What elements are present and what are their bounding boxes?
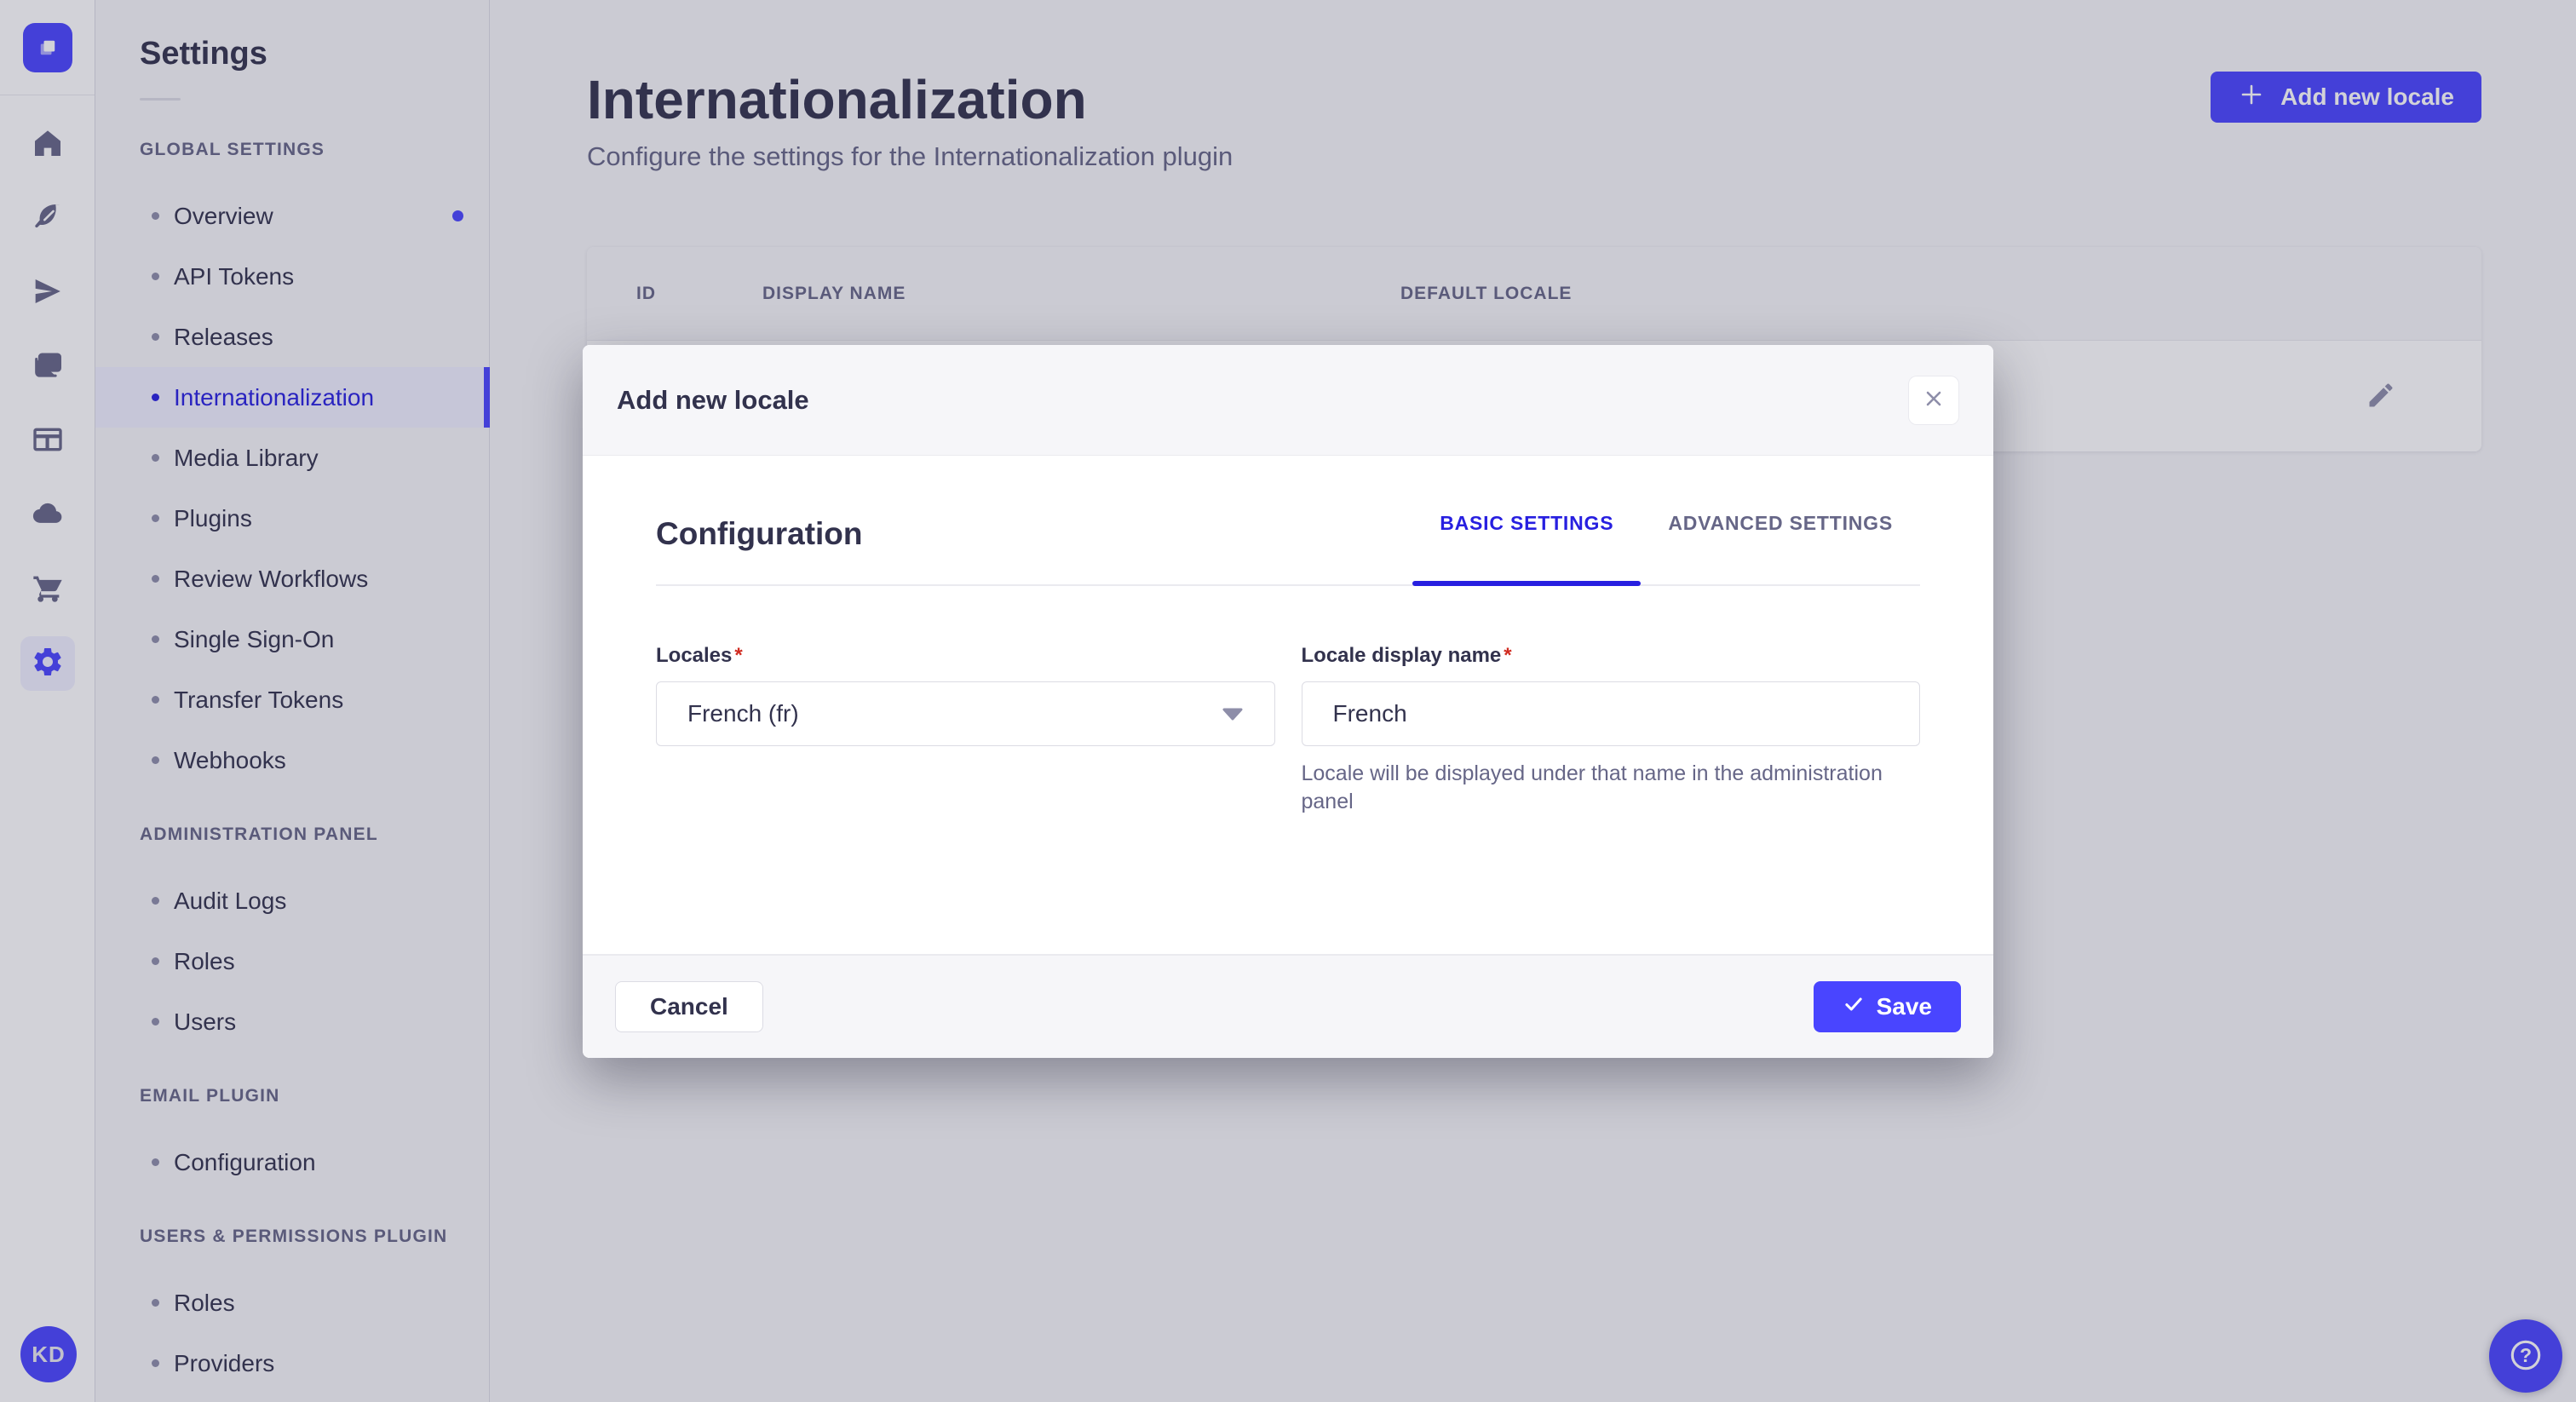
close-icon bbox=[1923, 388, 1944, 411]
display-name-hint: Locale will be displayed under that name… bbox=[1301, 761, 1883, 813]
add-locale-modal: Add new locale Configuration BASIC SETTI… bbox=[583, 345, 1993, 1058]
save-button[interactable]: Save bbox=[1813, 981, 1961, 1032]
modal-header: Add new locale bbox=[583, 345, 1993, 456]
locales-label: Locales * bbox=[656, 644, 743, 667]
locales-select-value: French (fr) bbox=[687, 700, 799, 727]
modal-close-button[interactable] bbox=[1908, 375, 1959, 425]
chevron-down-icon bbox=[1222, 700, 1244, 727]
cancel-button[interactable]: Cancel bbox=[615, 981, 763, 1032]
locales-field: Locales * French (fr) bbox=[656, 644, 1275, 816]
modal-footer: Cancel Save bbox=[583, 954, 1993, 1058]
required-asterisk: * bbox=[734, 644, 743, 667]
check-icon bbox=[1843, 993, 1865, 1021]
tab-basic-settings[interactable]: BASIC SETTINGS bbox=[1412, 512, 1642, 586]
required-asterisk: * bbox=[1504, 644, 1512, 667]
configuration-header: Configuration BASIC SETTINGS ADVANCED SE… bbox=[656, 512, 1920, 586]
modal-title: Add new locale bbox=[617, 384, 809, 415]
settings-tabs: BASIC SETTINGS ADVANCED SETTINGS bbox=[1412, 512, 1920, 586]
display-name-input[interactable] bbox=[1332, 700, 1889, 727]
tab-advanced-settings[interactable]: ADVANCED SETTINGS bbox=[1641, 512, 1920, 584]
display-name-label: Locale display name * bbox=[1301, 644, 1512, 667]
form-fields: Locales * French (fr) Locale display name… bbox=[656, 644, 1920, 816]
locales-select[interactable]: French (fr) bbox=[656, 681, 1275, 746]
configuration-title: Configuration bbox=[656, 515, 863, 551]
display-name-field: Locale display name* Locale will be disp… bbox=[1301, 644, 1920, 816]
modal-body: Configuration BASIC SETTINGS ADVANCED SE… bbox=[583, 456, 1993, 954]
